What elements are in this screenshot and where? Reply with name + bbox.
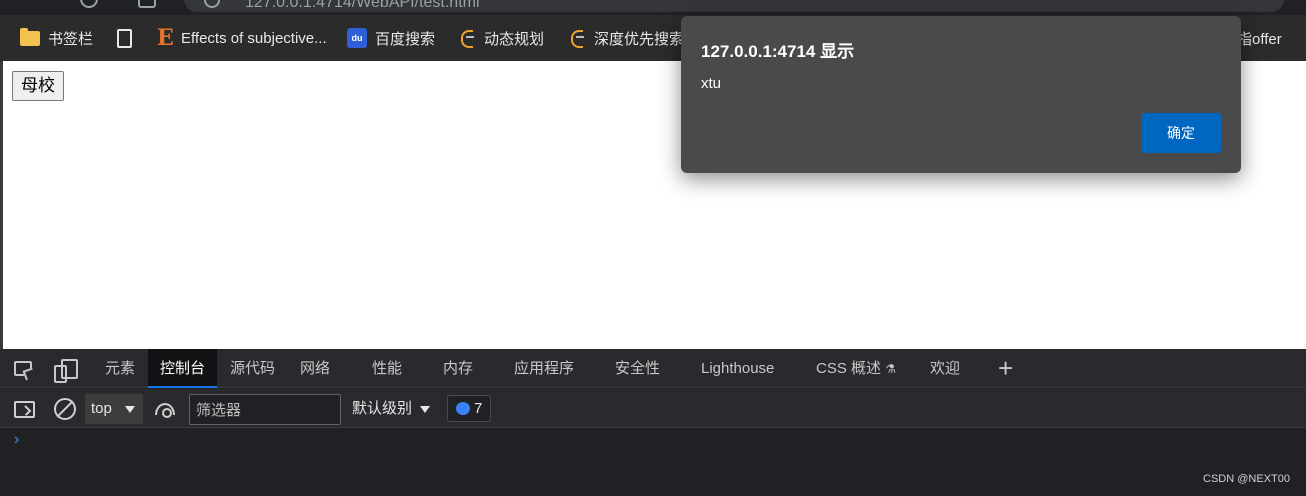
page-edge xyxy=(0,61,3,349)
leetcode-icon xyxy=(458,28,476,48)
bookmark-effects[interactable]: E Effects of subjective... xyxy=(157,27,327,49)
message-count-badge[interactable]: 7 xyxy=(447,395,491,422)
message-count: 7 xyxy=(474,400,483,417)
add-tab-icon[interactable]: + xyxy=(998,354,1013,382)
filter-input[interactable] xyxy=(189,394,341,425)
devtools-panel: 元素 控制台 源代码 网络 性能 内存 应用程序 安全性 Lighthouse … xyxy=(0,349,1306,496)
watermark: CSDN @NEXT00 xyxy=(1203,473,1290,485)
ok-button[interactable]: 确定 xyxy=(1141,113,1221,153)
context-value: top xyxy=(91,400,112,417)
bookmark-label: 书签栏 xyxy=(48,30,94,48)
page-icon xyxy=(117,28,132,48)
tab-console[interactable]: 控制台 xyxy=(148,349,218,388)
bookmark-label: Effects of subjective... xyxy=(181,29,327,47)
eye-icon[interactable] xyxy=(155,403,175,418)
clear-console-icon[interactable] xyxy=(54,398,76,420)
tab-css-overview[interactable]: CSS 概述 ⚗ xyxy=(816,349,896,388)
tab-welcome[interactable]: 欢迎 xyxy=(930,349,960,388)
bookmark-baidu[interactable]: du 百度搜索 xyxy=(347,27,435,49)
console-toolbar: top 默认级别 7 xyxy=(0,389,1306,428)
dialog-message: xtu xyxy=(701,75,722,92)
tab-sources[interactable]: 源代码 xyxy=(230,349,275,388)
context-select[interactable]: top xyxy=(85,394,143,424)
tab-application[interactable]: 应用程序 xyxy=(514,349,574,388)
bookmark-label: 百度搜索 xyxy=(375,30,436,48)
address-text: 127.0.0.1:4714/WebAPI/test.html xyxy=(245,0,480,11)
console-output[interactable]: › CSDN @NEXT00 xyxy=(0,429,1306,496)
bookmark-dp[interactable]: 动态规划 xyxy=(458,27,544,49)
tabs-icon[interactable] xyxy=(138,0,156,8)
folder-icon xyxy=(20,27,40,46)
tab-security[interactable]: 安全性 xyxy=(615,349,660,388)
sidebar-toggle-icon[interactable] xyxy=(14,401,35,418)
log-level-value: 默认级别 xyxy=(352,400,413,417)
tab-network[interactable]: 网络 xyxy=(300,349,330,388)
tab-css-overview-label: CSS 概述 xyxy=(816,360,882,377)
flask-icon: ⚗ xyxy=(885,362,896,376)
log-level-select[interactable]: 默认级别 xyxy=(352,394,432,424)
inspect-element-icon[interactable] xyxy=(14,361,32,376)
bookmark-page[interactable] xyxy=(117,27,132,49)
caret-down-icon xyxy=(125,406,135,413)
bookmark-label: 动态规划 xyxy=(484,30,545,48)
bookmark-folder[interactable]: 书签栏 xyxy=(20,27,93,49)
message-bubble-icon xyxy=(456,402,470,415)
tab-lighthouse[interactable]: Lighthouse xyxy=(701,349,774,388)
devtools-tabbar: 元素 控制台 源代码 网络 性能 内存 应用程序 安全性 Lighthouse … xyxy=(0,349,1306,388)
leetcode-icon xyxy=(568,28,586,48)
tab-elements[interactable]: 元素 xyxy=(105,349,135,388)
bookmark-dfs[interactable]: 深度优先搜索 xyxy=(568,27,684,49)
school-button[interactable]: 母校 xyxy=(12,71,64,101)
caret-down-icon xyxy=(420,406,431,413)
prompt-chevron-icon: › xyxy=(14,431,20,448)
tab-performance[interactable]: 性能 xyxy=(372,349,402,388)
refresh-icon[interactable] xyxy=(80,0,98,8)
device-toolbar-icon[interactable] xyxy=(54,359,78,383)
baidu-icon: du xyxy=(347,28,367,48)
tab-memory[interactable]: 内存 xyxy=(443,349,473,388)
bookmark-label: 深度优先搜索 xyxy=(594,30,685,48)
e-logo-icon: E xyxy=(157,25,174,51)
dialog-title: 127.0.0.1:4714 显示 xyxy=(701,42,855,61)
browser-toolbar: 127.0.0.1:4714/WebAPI/test.html xyxy=(0,0,1306,15)
alert-dialog: 127.0.0.1:4714 显示 xtu 确定 xyxy=(681,16,1241,173)
